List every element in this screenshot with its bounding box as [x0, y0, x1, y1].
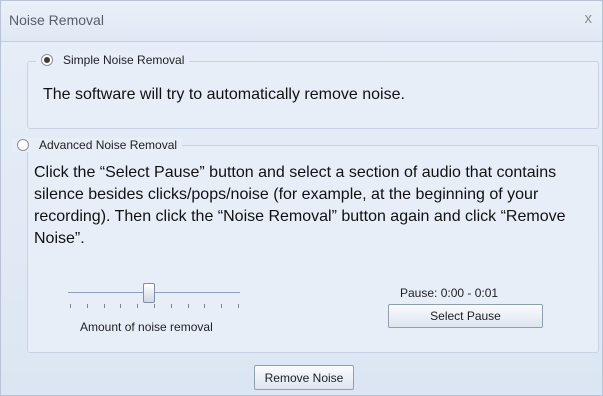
simple-radio-button[interactable] — [41, 54, 53, 66]
dialog-title: Noise Removal — [9, 12, 104, 28]
slider-tick — [187, 304, 189, 308]
title-bar: Noise Removal x — [1, 1, 602, 42]
close-icon[interactable]: x — [585, 10, 593, 27]
slider-label: Amount of noise removal — [80, 320, 213, 334]
advanced-option-label: Advanced Noise Removal — [39, 138, 178, 152]
slider-tick — [120, 304, 122, 308]
simple-description: The software will try to automatically r… — [43, 86, 405, 103]
slider-tick — [103, 304, 105, 308]
slider-ticks — [70, 304, 239, 309]
select-pause-button[interactable]: Select Pause — [388, 304, 543, 328]
slider-thumb[interactable] — [142, 283, 155, 303]
advanced-radio-button[interactable] — [17, 139, 29, 151]
advanced-noise-removal-option[interactable]: Advanced Noise Removal — [12, 138, 183, 152]
slider-tick — [238, 304, 239, 308]
slider-tick — [204, 304, 206, 308]
simple-noise-removal-option[interactable]: Simple Noise Removal — [36, 53, 190, 67]
slider-tick — [70, 304, 71, 308]
slider-tick — [86, 304, 88, 308]
slider-tick — [154, 304, 155, 308]
pause-range-text: Pause: 0:00 - 0:01 — [400, 286, 499, 300]
advanced-description: Click the “Select Pause” button and sele… — [34, 164, 566, 247]
advanced-noise-removal-group: Advanced Noise Removal Click the “Select… — [12, 138, 599, 353]
remove-noise-button[interactable]: Remove Noise — [254, 365, 354, 390]
noise-removal-dialog: Noise Removal x Simple Noise Removal The… — [0, 0, 603, 396]
noise-amount-slider[interactable]: Amount of noise removal — [68, 278, 243, 338]
slider-tick — [137, 304, 139, 308]
slider-tick — [170, 304, 172, 308]
simple-noise-removal-group: Simple Noise Removal The software will t… — [27, 53, 599, 129]
simple-option-label: Simple Noise Removal — [63, 53, 185, 67]
slider-tick — [221, 304, 223, 308]
